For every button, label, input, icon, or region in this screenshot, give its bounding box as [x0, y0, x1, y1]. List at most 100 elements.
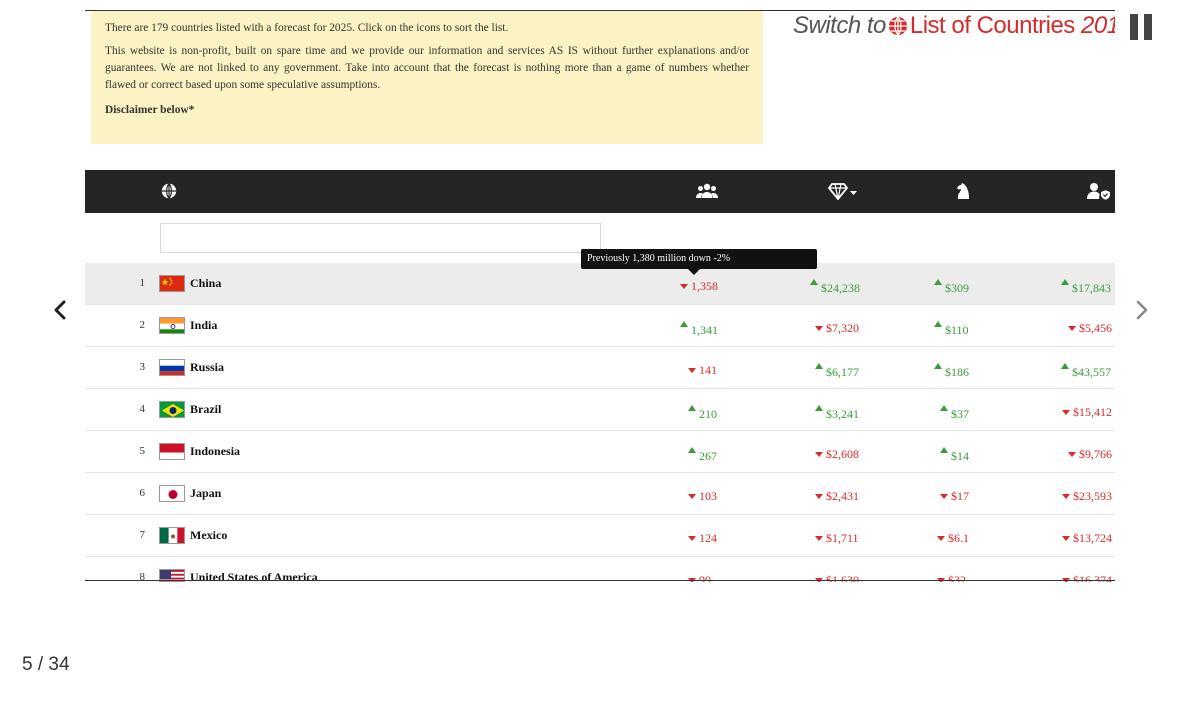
up-arrow-icon	[688, 447, 696, 453]
up-arrow-icon	[815, 363, 823, 369]
table-row[interactable]: 8 United States of America 99 $1,630 $32…	[85, 557, 1115, 582]
india-flag-icon	[159, 317, 185, 334]
population-tooltip: Previously 1,380 million down -2%	[581, 249, 817, 275]
up-arrow-icon	[1061, 279, 1069, 285]
switch-year: 2017	[1080, 12, 1115, 39]
down-arrow-icon	[1062, 410, 1070, 415]
china-flag-icon	[159, 275, 185, 292]
switch-prefix: Switch to	[793, 12, 886, 39]
rank-cell: 4	[139, 403, 146, 415]
income-cell: $9,766	[1068, 447, 1112, 462]
slide-frame: There are 179 countries listed with a fo…	[85, 10, 1115, 582]
country-name[interactable]: India	[190, 318, 217, 333]
chevron-left-icon	[54, 300, 66, 320]
table-row[interactable]: 3 Russia 141 $6,177 $186 $43,557	[85, 347, 1115, 389]
up-arrow-icon	[680, 321, 688, 327]
indonesia-flag-icon	[159, 443, 185, 460]
pause-icon	[1144, 14, 1152, 40]
military-cell: $14	[940, 447, 969, 464]
table-row[interactable]: 5 Indonesia 267 $2,608 $14 $9,766	[85, 431, 1115, 473]
up-arrow-icon	[934, 321, 942, 327]
gdp-cell: $2,608	[815, 447, 859, 462]
population-cell: 210	[688, 405, 717, 422]
military-cell: $6.1	[937, 531, 969, 546]
up-arrow-icon	[934, 363, 942, 369]
slide-counter: 5 / 34	[22, 654, 70, 675]
diamond-sort-icon[interactable]	[827, 182, 860, 202]
switch-link[interactable]: Switch to List of Countries 2017	[793, 11, 1115, 44]
down-arrow-icon	[1062, 536, 1070, 541]
up-arrow-icon	[1061, 363, 1069, 369]
military-cell: $110	[934, 321, 969, 338]
disclaimer-link[interactable]: Disclaimer below*	[105, 102, 749, 119]
rank-cell: 3	[139, 361, 146, 373]
down-arrow-icon	[688, 494, 696, 499]
population-cell: 103	[688, 489, 717, 504]
table-row[interactable]: 4 Brazil 210 $3,241 $37 $15,412	[85, 389, 1115, 431]
gdp-cell: $7,320	[815, 321, 859, 336]
down-arrow-icon	[815, 452, 823, 457]
mexico-flag-icon	[159, 527, 185, 544]
globe-icon[interactable]	[160, 182, 180, 202]
up-arrow-icon	[688, 405, 696, 411]
down-arrow-icon	[815, 494, 823, 499]
population-icon[interactable]	[696, 182, 718, 202]
military-cell: $37	[940, 405, 969, 422]
down-arrow-icon	[688, 536, 696, 541]
russia-flag-icon	[159, 359, 185, 376]
table-row[interactable]: 7 Mexico 124 $1,711 $6.1 $13,724	[85, 515, 1115, 557]
search-input[interactable]	[160, 223, 601, 253]
rank-cell: 2	[139, 319, 146, 331]
population-cell: 1,358	[680, 279, 718, 294]
notice-line-2: This website is non-profit, built on spa…	[105, 45, 749, 91]
japan-flag-icon	[159, 485, 185, 502]
table-row[interactable]: 6 Japan 103 $2,431 $17 $23,593	[85, 473, 1115, 515]
down-arrow-icon	[1068, 326, 1076, 331]
table-row[interactable]: 1 China 1,358 $24,238 $309 $17,843	[85, 263, 1115, 305]
country-name[interactable]: China	[190, 276, 221, 291]
down-arrow-icon	[937, 536, 945, 541]
globe-icon	[888, 14, 908, 44]
military-cell: $17	[940, 489, 969, 504]
chevron-right-icon	[1136, 300, 1148, 320]
down-arrow-icon	[815, 536, 823, 541]
country-name[interactable]: Russia	[190, 360, 224, 375]
gdp-cell: $1,711	[815, 531, 859, 546]
income-cell: $15,412	[1062, 405, 1112, 420]
gdp-cell: $6,177	[815, 363, 859, 380]
down-arrow-icon	[815, 326, 823, 331]
up-arrow-icon	[940, 405, 948, 411]
pause-button[interactable]	[1128, 14, 1154, 40]
next-slide-button[interactable]	[1130, 296, 1154, 324]
down-arrow-icon	[1068, 452, 1076, 457]
up-arrow-icon	[815, 405, 823, 411]
notice-line-1: There are 179 countries listed with a fo…	[105, 22, 509, 34]
chess-knight-icon[interactable]	[955, 182, 975, 202]
income-cell: $17,843	[1061, 279, 1111, 296]
user-shield-icon[interactable]	[1087, 182, 1113, 202]
up-arrow-icon	[810, 279, 818, 285]
gdp-cell: $3,241	[815, 405, 859, 422]
income-cell: $13,724	[1062, 531, 1112, 546]
table-header	[85, 170, 1115, 213]
income-cell: $43,557	[1061, 363, 1111, 380]
pause-icon	[1130, 14, 1138, 40]
country-name[interactable]: Japan	[190, 486, 221, 501]
down-arrow-icon	[940, 494, 948, 499]
gdp-cell: $2,431	[815, 489, 859, 504]
down-arrow-icon	[1062, 494, 1070, 499]
rank-cell: 6	[139, 487, 146, 499]
rank-cell: 5	[139, 445, 146, 457]
military-cell: $309	[934, 279, 969, 296]
down-arrow-icon	[688, 368, 696, 373]
country-name[interactable]: Mexico	[190, 528, 227, 543]
population-cell: 141	[688, 363, 717, 378]
switch-link-text: List of Countries	[909, 12, 1075, 39]
country-name[interactable]: Indonesia	[190, 444, 240, 459]
country-name[interactable]: Brazil	[190, 402, 221, 417]
previous-slide-button[interactable]	[49, 296, 73, 324]
military-cell: $186	[934, 363, 969, 380]
table-row[interactable]: 2 India 1,341 $7,320 $110 $5,456	[85, 305, 1115, 347]
population-cell: 267	[688, 447, 717, 464]
brazil-flag-icon	[159, 401, 185, 418]
